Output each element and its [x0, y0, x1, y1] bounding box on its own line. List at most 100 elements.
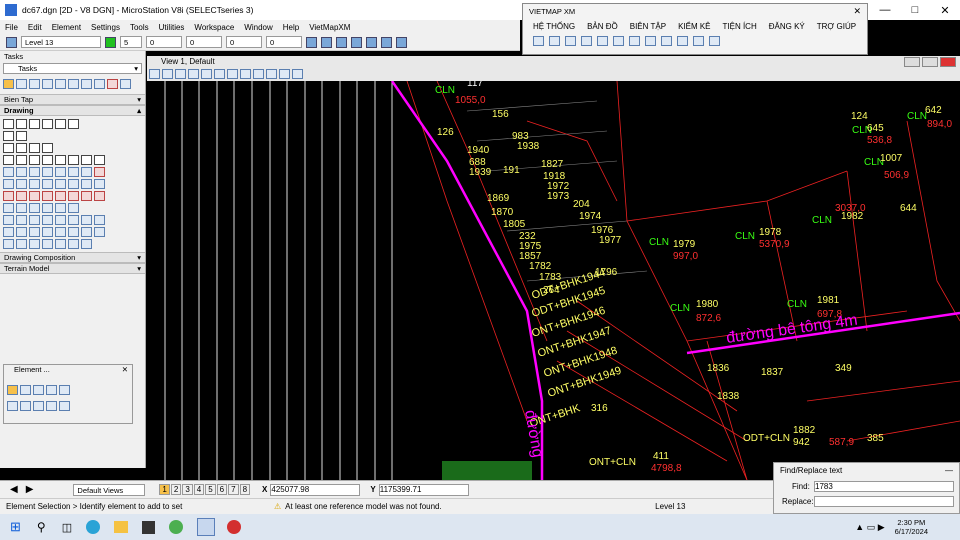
vm-tool-icon[interactable]: [677, 36, 688, 46]
y-coord-field[interactable]: [378, 483, 469, 496]
manipulate-tool-icon[interactable]: [42, 179, 53, 189]
text-tool-icon[interactable]: [94, 191, 105, 201]
dimension-tool-icon[interactable]: [3, 131, 14, 141]
group-tool-icon[interactable]: [16, 227, 27, 237]
rotate-icon[interactable]: [68, 79, 79, 89]
vm-tool-icon[interactable]: [533, 36, 544, 46]
text-edit-icon[interactable]: [68, 203, 79, 213]
menu-window[interactable]: Window: [239, 23, 277, 32]
vm-tool-icon[interactable]: [693, 36, 704, 46]
modify-tool-icon[interactable]: [3, 167, 14, 177]
modify-tool-icon[interactable]: [29, 167, 40, 177]
modify-tool-icon[interactable]: [42, 167, 53, 177]
text-edit-icon[interactable]: [55, 203, 66, 213]
snap-icon[interactable]: [306, 36, 317, 48]
pattern-tool-icon[interactable]: [16, 215, 27, 225]
fill-icon[interactable]: [46, 401, 57, 411]
display-style-icon[interactable]: [292, 69, 303, 79]
view-close-button[interactable]: [940, 57, 956, 67]
fill-icon[interactable]: [7, 401, 18, 411]
level-manager-icon[interactable]: [6, 36, 17, 48]
pattern-tool-icon[interactable]: [42, 215, 53, 225]
section-drawing[interactable]: Drawing ▴: [0, 105, 145, 116]
menu-file[interactable]: File: [0, 23, 23, 32]
vm-tool-icon[interactable]: [709, 36, 720, 46]
menu-vietmapxm[interactable]: VietMapXM: [304, 23, 355, 32]
store-icon[interactable]: [142, 520, 156, 534]
move-icon[interactable]: [29, 79, 40, 89]
forward-icon[interactable]: ▶: [26, 484, 34, 495]
shape-icon[interactable]: [46, 385, 57, 395]
view-page-button[interactable]: 1: [159, 484, 170, 495]
mirror-icon[interactable]: [94, 79, 105, 89]
text-edit-icon[interactable]: [29, 203, 40, 213]
text-tool-icon[interactable]: [42, 191, 53, 201]
vm-tool-icon[interactable]: [661, 36, 672, 46]
edge-icon[interactable]: [86, 520, 101, 534]
fence-icon[interactable]: [336, 36, 347, 48]
modify-tool-icon[interactable]: [81, 167, 92, 177]
tab-project-explorer[interactable]: Project Explorer: [55, 470, 108, 479]
vm-menu-item[interactable]: TIỆN ÍCH: [723, 22, 757, 31]
shape-icon[interactable]: [59, 385, 70, 395]
vm-menu-item[interactable]: TRỢ GIÚP: [817, 22, 856, 31]
clock[interactable]: 2:30 PM 6/17/2024: [895, 518, 928, 536]
file-explorer-icon[interactable]: [114, 521, 129, 533]
menu-utilities[interactable]: Utilities: [154, 23, 190, 32]
pan-view-icon[interactable]: [227, 69, 238, 79]
fill-icon[interactable]: [20, 401, 31, 411]
pattern-tool-icon[interactable]: [68, 215, 79, 225]
find-input[interactable]: [814, 481, 954, 492]
fit-view-icon[interactable]: [201, 69, 212, 79]
back-icon[interactable]: ◀: [10, 484, 18, 495]
cell-tool-icon[interactable]: [29, 239, 40, 249]
drawing-canvas[interactable]: CLN 1055,0 117 156 126 983 1940 1938 688 1939 191 1…: [147, 81, 960, 480]
manipulate-tool-icon[interactable]: [29, 179, 40, 189]
manipulate-tool-icon[interactable]: [68, 179, 79, 189]
close-button[interactable]: ✕: [930, 0, 960, 20]
fill-icon[interactable]: [59, 401, 70, 411]
text-edit-icon[interactable]: [16, 203, 27, 213]
group-tool-icon[interactable]: [68, 227, 79, 237]
windows-start-icon[interactable]: ⊞: [10, 519, 21, 535]
cell-icon[interactable]: [351, 36, 362, 48]
element-selection-icon[interactable]: [3, 79, 14, 89]
vm-tool-icon[interactable]: [629, 36, 640, 46]
block-tool-icon[interactable]: [3, 143, 14, 153]
text-tool-icon[interactable]: [81, 191, 92, 201]
pattern-tool-icon[interactable]: [81, 215, 92, 225]
manipulate-tool-icon[interactable]: [3, 179, 14, 189]
tab-tasks[interactable]: Tasks: [18, 470, 37, 479]
delete-icon[interactable]: [107, 79, 118, 89]
modify-tool-icon[interactable]: [68, 167, 79, 177]
microstation-icon[interactable]: [197, 518, 216, 536]
pattern-tool-icon[interactable]: [55, 215, 66, 225]
color-select[interactable]: 5: [120, 36, 142, 48]
manipulate-tool-icon[interactable]: [16, 179, 27, 189]
view-page-button[interactable]: 5: [205, 484, 216, 495]
cell-tool-icon[interactable]: [55, 239, 66, 249]
text-tool-icon[interactable]: [3, 191, 14, 201]
cell-tool-icon[interactable]: [42, 239, 53, 249]
view-attributes-icon[interactable]: [149, 69, 160, 79]
view-minimize-button[interactable]: [904, 57, 920, 67]
arc-tool-icon[interactable]: [68, 119, 79, 129]
menu-element[interactable]: Element: [47, 23, 86, 32]
vm-tool-icon[interactable]: [645, 36, 656, 46]
modify-tool-icon[interactable]: [16, 167, 27, 177]
shape-tool-icon[interactable]: [16, 143, 27, 153]
vm-menu-item[interactable]: BẢN ĐỒ: [587, 22, 618, 31]
view-page-button[interactable]: 8: [239, 484, 251, 495]
measure-icon[interactable]: [120, 79, 131, 89]
text-tool-icon[interactable]: [29, 191, 40, 201]
next-view-icon[interactable]: [253, 69, 264, 79]
dimension-tool-icon[interactable]: [16, 131, 27, 141]
app-icon[interactable]: [227, 520, 242, 534]
menu-settings[interactable]: Settings: [86, 23, 125, 32]
vm-tool-icon[interactable]: [597, 36, 608, 46]
maximize-button[interactable]: □: [900, 0, 930, 20]
arc-tool-icon[interactable]: [16, 155, 27, 165]
vm-tool-icon[interactable]: [613, 36, 624, 46]
copy-icon[interactable]: [42, 79, 53, 89]
manipulate-tool-icon[interactable]: [81, 179, 92, 189]
